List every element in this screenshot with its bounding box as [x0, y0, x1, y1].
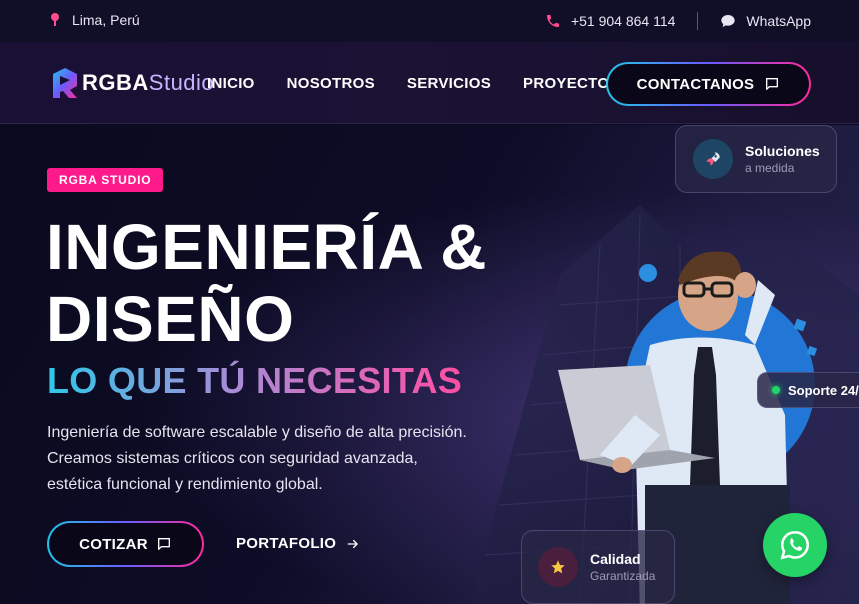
top-bar: Lima, Perú +51 904 864 114 WhatsApp	[0, 0, 859, 42]
chat-bubble-icon	[720, 13, 736, 29]
description-line-3: estética funcional y rendimiento global.	[47, 476, 323, 493]
portfolio-link[interactable]: PORTAFOLIO	[236, 535, 360, 552]
support-label: Soporte 24/7	[788, 382, 859, 398]
logo-text: RGBAStudio	[82, 70, 215, 95]
solutions-subtitle: a medida	[745, 161, 795, 175]
quote-button-label: COTIZAR	[79, 535, 148, 553]
whatsapp-icon	[780, 530, 810, 560]
phone-icon	[545, 13, 561, 29]
whatsapp-link[interactable]: WhatsApp	[746, 13, 811, 29]
location-text: Lima, Perú	[72, 12, 140, 28]
support-card: Soporte 24/7	[757, 372, 859, 408]
contact-info: +51 904 864 114 WhatsApp	[545, 12, 811, 30]
pin-icon	[50, 13, 60, 27]
hero-subtitle: LO QUE TÚ NECESITAS	[47, 360, 463, 401]
quality-subtitle: Garantizada	[590, 569, 656, 583]
nav-links: INICIO NOSOTROS SERVICIOS PROYECTOS	[207, 75, 620, 92]
hero-description: Ingeniería de software escalable y diseñ…	[47, 420, 517, 498]
brand-logo[interactable]: RGBAStudio	[50, 66, 214, 100]
nav-item-nosotros[interactable]: NOSOTROS	[287, 75, 375, 92]
quality-card: Calidad Garantizada	[521, 530, 675, 604]
hero-title-line2: DISEÑO	[46, 283, 295, 355]
online-status-dot	[772, 386, 780, 394]
arrow-right-icon	[347, 539, 358, 548]
divider	[697, 12, 699, 30]
message-icon	[766, 78, 779, 90]
hero-section: Soluciones a medida RGBA STUDIO INGENIER…	[0, 125, 859, 604]
whatsapp-floating-button[interactable]	[763, 513, 827, 577]
message-icon	[157, 538, 170, 550]
solutions-title: Soluciones	[745, 143, 820, 159]
phone-link[interactable]: +51 904 864 114	[571, 13, 675, 29]
nav-item-inicio[interactable]: INICIO	[207, 75, 255, 92]
location-info: Lima, Perú	[50, 12, 140, 28]
contact-button-label: CONTACTANOS	[636, 75, 755, 93]
hero-title-line1: INGENIERÍA &	[46, 211, 487, 283]
solutions-card: Soluciones a medida	[675, 125, 837, 193]
contact-button[interactable]: CONTACTANOS	[606, 62, 811, 106]
hero-title: INGENIERÍA & DISEÑO	[46, 211, 487, 355]
quality-title: Calidad	[590, 551, 641, 567]
nav-item-servicios[interactable]: SERVICIOS	[407, 75, 491, 92]
description-line-1: Ingeniería de software escalable y diseñ…	[47, 424, 467, 441]
description-line-2: Creamos sistemas críticos con seguridad …	[47, 450, 418, 467]
logo-mark-icon	[53, 68, 77, 98]
main-nav: RGBAStudio INICIO NOSOTROS SERVICIOS PRO…	[0, 42, 859, 124]
rocket-icon	[693, 139, 733, 179]
brand-badge: RGBA STUDIO	[47, 168, 164, 192]
star-icon	[538, 547, 578, 587]
portfolio-link-label: PORTAFOLIO	[236, 535, 337, 552]
quote-button[interactable]: COTIZAR	[47, 521, 204, 567]
